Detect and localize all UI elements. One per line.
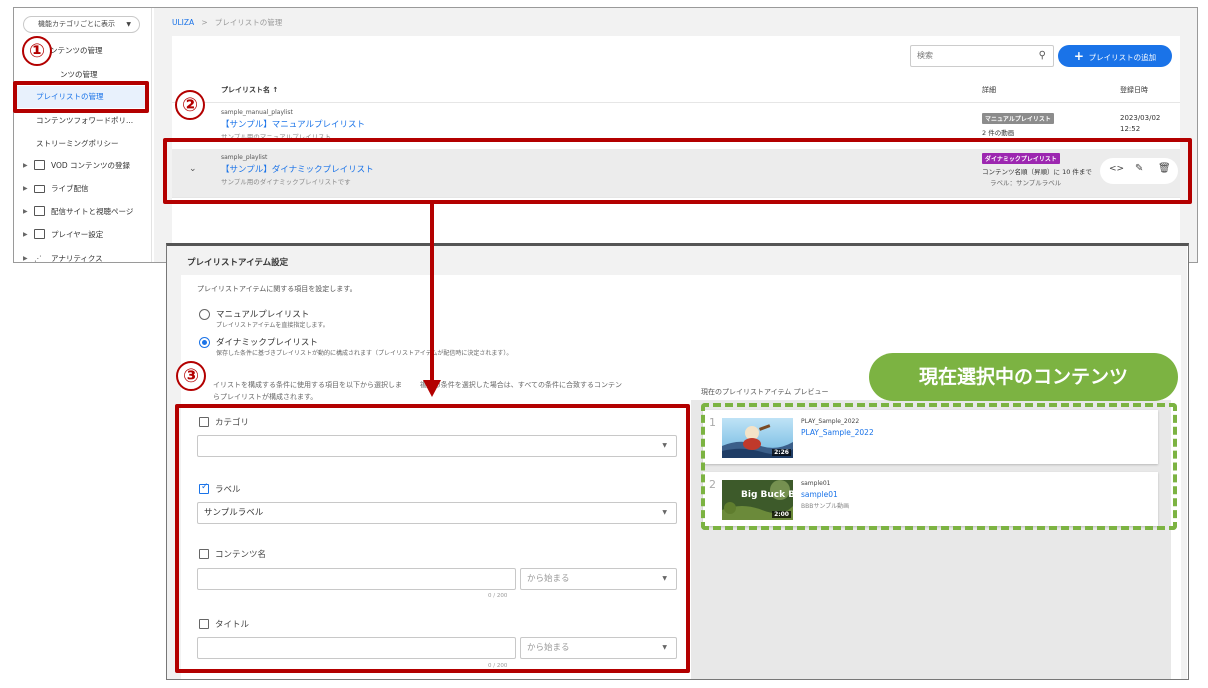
- annotation-number-3: ③: [176, 361, 206, 391]
- annotation-highlight-1: [13, 81, 149, 113]
- category-select-label: 機能カテゴリごとに表示: [38, 20, 115, 28]
- column-header-name[interactable]: プレイリスト名 ↑: [221, 85, 278, 95]
- playlist-detail: 2 件の動画: [982, 129, 1015, 137]
- sidebar-item-label: 配信サイトと視聴ページ: [51, 207, 134, 216]
- registered-date-time: 12:52: [1120, 125, 1141, 133]
- search-placeholder: 検索: [917, 51, 933, 60]
- sidebar-item-content-forward-policy[interactable]: コンテンツフォワードポリ...: [36, 115, 133, 126]
- playlist-name-link[interactable]: 【サンプル】マニュアルプレイリスト: [221, 118, 365, 130]
- sidebar-item-analytics[interactable]: ▶ ⋰ アナリティクス: [14, 248, 152, 263]
- current-selection-highlight: [701, 403, 1177, 530]
- expand-icon: ▶: [23, 185, 28, 192]
- radio-label: マニュアルプレイリスト: [216, 310, 310, 320]
- annotation-highlight-3: [175, 404, 690, 673]
- condition-description-line2: らプレイリストが構成されます。: [213, 393, 318, 401]
- radio-button[interactable]: [199, 309, 210, 320]
- expand-icon: ▶: [23, 255, 28, 262]
- sidebar-item-label: アナリティクス: [51, 254, 103, 263]
- sidebar-item-content-management-sub[interactable]: ンツの管理: [60, 69, 98, 80]
- analytics-icon: ⋰: [34, 254, 42, 263]
- sidebar-item-label: ライブ配信: [51, 184, 89, 193]
- registered-date: 2023/03/02 12:52: [1120, 113, 1160, 135]
- web-page-icon: [34, 206, 45, 216]
- expand-icon: ▶: [23, 208, 28, 215]
- radio-sublabel: プレイリストアイテムを直接指定します。: [216, 322, 329, 329]
- video-add-icon: [34, 160, 45, 170]
- condition-description-part2: 複数の条件を選択した場合は、すべての条件に合致するコンテン: [419, 381, 623, 389]
- expand-icon: ▶: [23, 231, 28, 238]
- radio-label: ダイナミックプレイリスト: [216, 338, 318, 348]
- camera-icon: [34, 185, 45, 193]
- column-header-detail: 詳細: [982, 86, 996, 94]
- category-display-select[interactable]: 機能カテゴリごとに表示 ▼: [23, 16, 140, 33]
- sidebar-item-player-settings[interactable]: ▶ プレイヤー設定: [14, 224, 152, 246]
- main-content: ULIZA > プレイリストの管理 検索 ⚲ + プレイリストの追加 プレイリス…: [154, 8, 1197, 262]
- player-settings-icon: [34, 229, 45, 239]
- radio-sublabel: 保存した条件に基づきプレイリストが動的に構成されます（プレイリストアイテムが配信…: [216, 350, 513, 357]
- sidebar-item-streaming-policy[interactable]: ストリーミングポリシー: [36, 138, 119, 149]
- annotation-number-2: ②: [175, 90, 205, 120]
- search-input[interactable]: 検索 ⚲: [910, 45, 1054, 67]
- plus-icon: +: [1073, 49, 1084, 63]
- breadcrumb-current: プレイリストの管理: [214, 18, 283, 27]
- breadcrumb: ULIZA > プレイリストの管理: [172, 17, 282, 28]
- expand-icon: ▶: [23, 162, 28, 169]
- condition-description-part1: イリストを構成する条件に使用する項目を以下から選択しま: [213, 381, 402, 389]
- add-playlist-button[interactable]: + プレイリストの追加: [1058, 45, 1172, 67]
- search-icon: ⚲: [1038, 50, 1046, 61]
- playlist-id: sample_manual_playlist: [221, 109, 293, 116]
- annotation-number-1: ①: [22, 36, 52, 66]
- column-header-date[interactable]: 登録日時: [1120, 85, 1148, 95]
- section-title: プレイリストアイテム設定: [187, 258, 289, 268]
- sidebar-item-site-page[interactable]: ▶ 配信サイトと視聴ページ: [14, 201, 152, 223]
- preview-header: 現在のプレイリストアイテム プレビュー: [701, 388, 829, 396]
- annotation-highlight-2: [163, 138, 1192, 204]
- sidebar-item-vod-register[interactable]: ▶ VOD コンテンツの登録: [14, 155, 152, 177]
- section-description: プレイリストアイテムに関する項目を設定します。: [197, 285, 357, 293]
- radio-button-selected[interactable]: [199, 337, 210, 348]
- breadcrumb-root-link[interactable]: ULIZA: [172, 18, 194, 27]
- sidebar-item-label: プレイヤー設定: [51, 230, 104, 239]
- sidebar-item-content-management[interactable]: ンテンツの管理: [50, 45, 103, 56]
- chevron-down-icon: ▼: [126, 21, 131, 28]
- current-selection-callout: 現在選択中のコンテンツ: [869, 353, 1178, 401]
- registered-date-day: 2023/03/02: [1120, 114, 1161, 122]
- condition-description: イリストを構成する条件に使用する項目を以下から選択しま 複数の条件を選択した場合…: [213, 379, 683, 403]
- add-playlist-label: プレイリストの追加: [1088, 53, 1157, 62]
- playlist-type-badge: マニュアルプレイリスト: [982, 113, 1054, 124]
- sidebar-item-live[interactable]: ▶ ライブ配信: [14, 178, 152, 200]
- annotation-arrow: [423, 202, 441, 397]
- sidebar-item-label: VOD コンテンツの登録: [51, 161, 131, 170]
- playlist-management-screenshot: 機能カテゴリごとに表示 ▼ ンテンツの管理 ンツの管理 プレイリストの管理 コン…: [13, 7, 1198, 263]
- divider: [172, 102, 1180, 103]
- breadcrumb-separator: >: [201, 18, 208, 27]
